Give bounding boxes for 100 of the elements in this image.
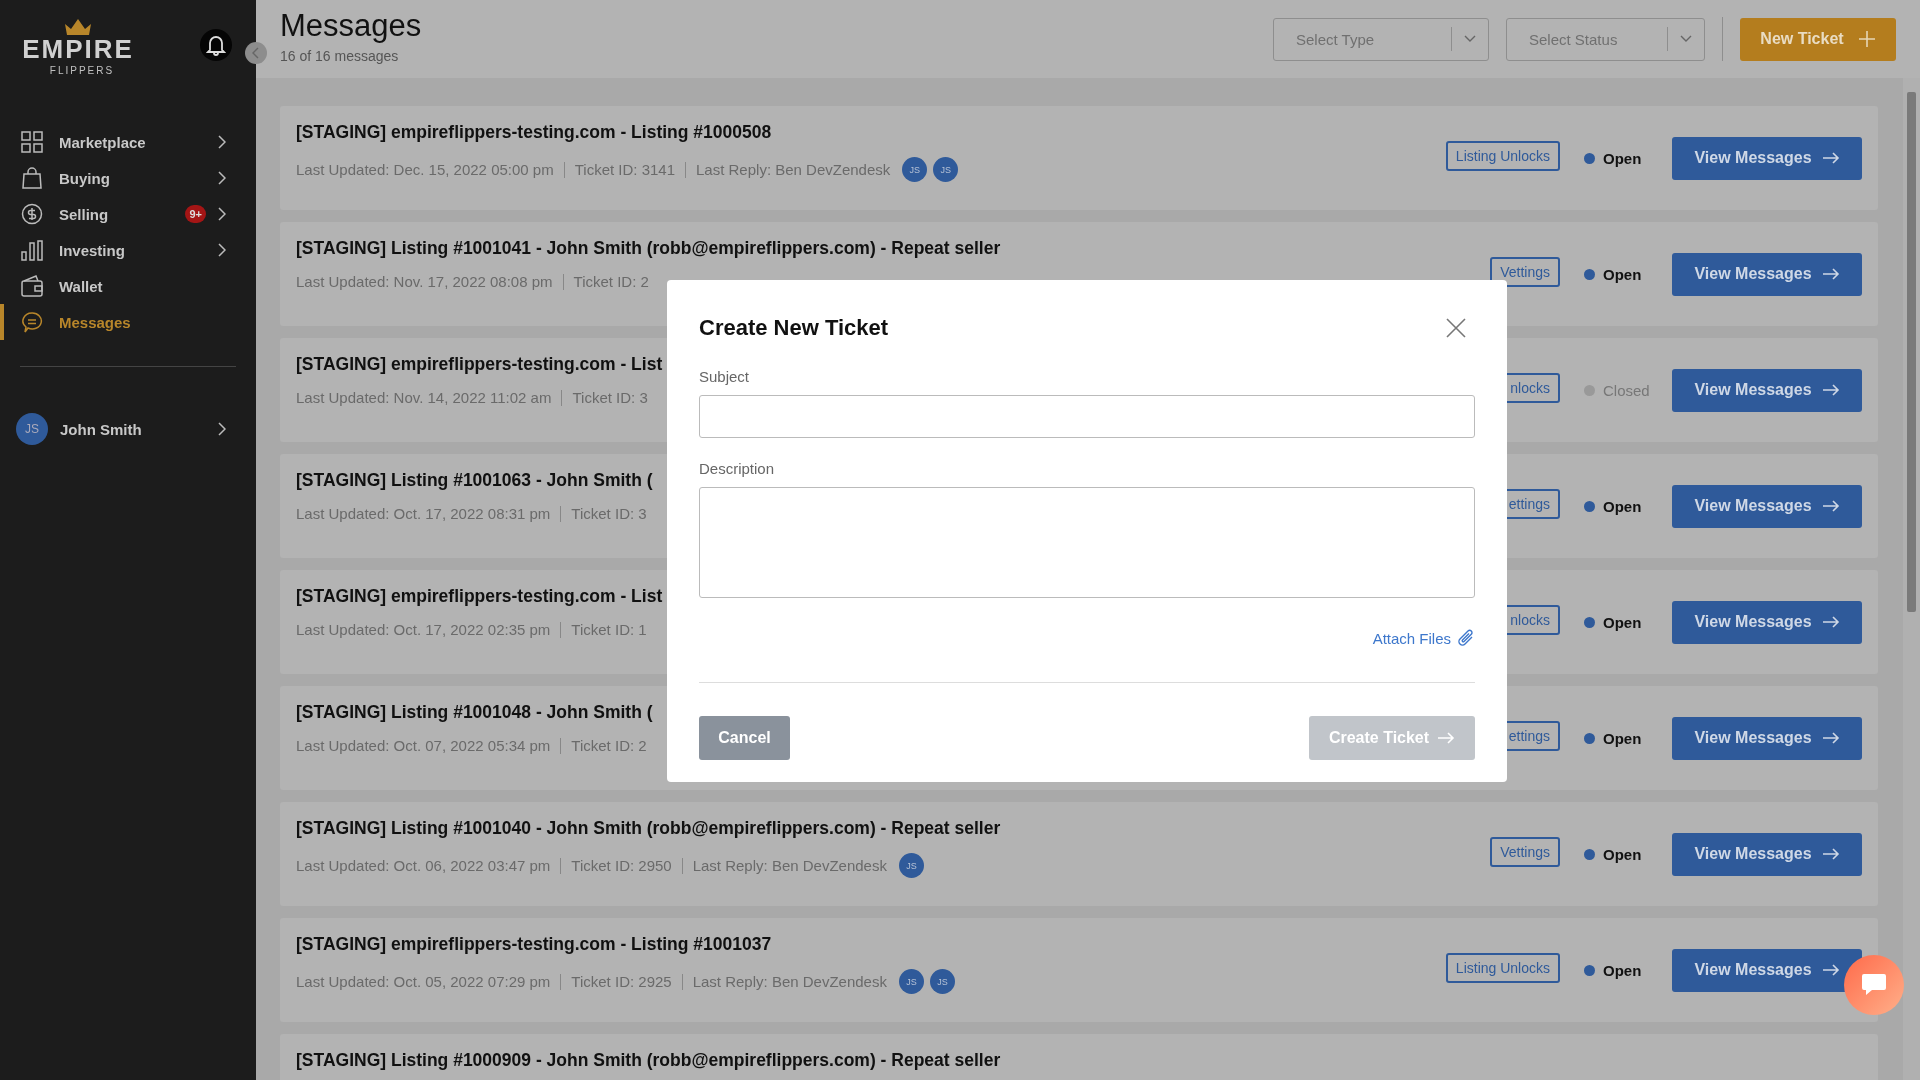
arrow-right-icon [1821, 732, 1840, 744]
logo-subtitle: FLIPPERS [48, 65, 115, 76]
view-messages-button[interactable]: View Messages [1672, 136, 1862, 180]
chevron-left-icon [252, 47, 260, 59]
ticket-title: [STAGING] Listing #1001040 - John Smith (robb@empireflippers.com) - Repeat seller [296, 818, 1001, 839]
ticket-meta: Last Updated: Oct. 06, 2022 03:47 pm [296, 857, 551, 874]
ticket-meta: Last Reply: Ben DevZendesk [696, 161, 891, 178]
view-messages-button[interactable]: View Messages [1672, 252, 1862, 296]
nav-item[interactable]: Marketplace [0, 124, 256, 160]
bell-icon [206, 34, 226, 56]
description-field[interactable] [699, 487, 1475, 598]
user-avatar: JS [929, 969, 955, 994]
ticket-status: Open [1584, 265, 1652, 283]
arrow-right-icon [1821, 500, 1840, 512]
ticket-meta: Last Updated: Oct. 17, 2022 02:35 pm [296, 621, 551, 638]
dialog-title: Create New Ticket [699, 315, 889, 341]
nav-item[interactable]: Investing [0, 232, 256, 268]
ticket-meta: Ticket ID: 2950 [571, 857, 672, 874]
arrow-right-icon [1821, 616, 1840, 628]
page-title: Messages [280, 8, 422, 44]
ticket-meta: Ticket ID: 2 [571, 737, 647, 754]
chat-button[interactable] [1844, 955, 1904, 1015]
ticket-meta: Last Reply: Ben DevZendesk [692, 973, 887, 990]
view-messages-button[interactable]: View Messages [1672, 716, 1862, 760]
paperclip-icon [1457, 628, 1475, 648]
ticket-meta: Last Updated: Nov. 14, 2022 11:02 am [296, 389, 552, 406]
ticket-meta: Last Updated: Oct. 07, 2022 05:34 pm [296, 737, 551, 754]
ticket-status: Open [1584, 149, 1652, 167]
ticket-title: [STAGING] empireflippers-testing.com - Listing #1000508 [296, 122, 772, 143]
filter-dropdown[interactable]: Select Type [1273, 17, 1489, 61]
ticket-title: [STAGING] empireflippers-testing.com - List [296, 354, 663, 375]
arrow-right-icon [1821, 964, 1840, 976]
cancel-button[interactable]: Cancel [699, 716, 790, 760]
arrow-right-icon [1821, 384, 1840, 396]
ticket-title: [STAGING] Listing #1000909 - John Smith (robb@empireflippers.com) - Repeat seller [296, 1050, 1001, 1071]
shopping-bag-icon [21, 167, 43, 189]
ticket-status: Open [1584, 961, 1652, 979]
user-avatar: JS [16, 413, 48, 445]
category-tag: Vettings [1490, 837, 1560, 867]
ticket-status: Open [1584, 729, 1652, 747]
nav-item[interactable]: Buying [0, 160, 256, 196]
notification-badge: 9+ [185, 205, 206, 223]
chat-bubble-icon [1860, 972, 1888, 998]
ticket-status: Open [1584, 497, 1652, 515]
ticket-meta: Last Updated: Nov. 17, 2022 08:08 pm [296, 273, 553, 290]
ticket-title: [STAGING] Listing #1001041 - John Smith (robb@empireflippers.com) - Repeat seller [296, 238, 1001, 259]
category-tag: Listing Unlocks [1445, 953, 1560, 983]
notifications-button[interactable] [200, 29, 232, 61]
ticket-title: [STAGING] Listing #1001048 - John Smith ( [296, 702, 653, 723]
view-messages-button[interactable]: View Messages [1672, 600, 1862, 644]
user-avatar: JS [898, 969, 924, 994]
ticket-meta: Ticket ID: 2 [573, 273, 649, 290]
wallet-icon [21, 275, 43, 297]
new-ticket-button[interactable]: New Ticket [1740, 17, 1896, 61]
ticket-status: Closed [1584, 381, 1652, 399]
ticket-status: Open [1584, 845, 1652, 863]
message-count: 16 of 16 messages [280, 48, 400, 64]
ticket-meta: Ticket ID: 3 [571, 505, 647, 522]
ticket-meta: Last Reply: Ben DevZendesk [692, 857, 887, 874]
ticket-title: [STAGING] empireflippers-testing.com - Listing #1001037 [296, 934, 772, 955]
plus-icon [1857, 30, 1876, 48]
field-label: Subject [699, 368, 751, 385]
ticket-meta: Last Updated: Oct. 05, 2022 07:29 pm [296, 973, 551, 990]
chat-icon [21, 311, 43, 333]
attach-files-link[interactable]: Attach Files [1372, 628, 1475, 648]
ticket-title: [STAGING] empireflippers-testing.com - List [296, 586, 663, 607]
subject-field[interactable] [699, 395, 1475, 438]
user-menu[interactable]: JS John Smith [0, 412, 256, 446]
view-messages-button[interactable]: View Messages [1672, 948, 1862, 992]
nav-item[interactable]: Messages [0, 304, 256, 340]
ticket-meta: Last Updated: Dec. 15, 2022 05:00 pm [296, 161, 554, 178]
view-messages-button[interactable]: View Messages [1672, 832, 1862, 876]
user-avatar: JS [902, 157, 928, 182]
arrow-right-icon [1821, 268, 1840, 280]
dollar-icon [21, 203, 43, 225]
caret-down-icon [1464, 35, 1476, 43]
logo-wordmark[interactable]: EMPIRE [22, 36, 134, 62]
user-avatar: JS [898, 853, 924, 878]
crown-icon [63, 18, 93, 36]
nav-item[interactable]: Selling 9+ [0, 196, 256, 232]
view-messages-button[interactable]: View Messages [1672, 368, 1862, 412]
ticket-meta: Ticket ID: 2925 [571, 973, 672, 990]
ticket-meta: Ticket ID: 3141 [574, 161, 675, 178]
arrow-right-icon [1437, 732, 1456, 744]
category-tag: Listing Unlocks [1445, 141, 1560, 171]
caret-down-icon [1680, 35, 1692, 43]
scrollbar[interactable] [1903, 78, 1920, 1080]
filter-dropdown[interactable]: Select Status [1506, 17, 1705, 61]
ticket-meta: Last Updated: Oct. 17, 2022 08:31 pm [296, 505, 551, 522]
ticket-status: Open [1584, 613, 1652, 631]
arrow-right-icon [1821, 848, 1840, 860]
bar-chart-icon [21, 239, 43, 261]
grid-icon [21, 131, 43, 153]
chevron-right-icon [218, 422, 226, 436]
ticket-title: [STAGING] Listing #1001063 - John Smith ( [296, 470, 653, 491]
user-avatar: JS [933, 157, 959, 182]
ticket-meta: Ticket ID: 1 [571, 621, 647, 638]
nav-item[interactable]: Wallet [0, 268, 256, 304]
arrow-right-icon [1821, 152, 1840, 164]
view-messages-button[interactable]: View Messages [1672, 484, 1862, 528]
